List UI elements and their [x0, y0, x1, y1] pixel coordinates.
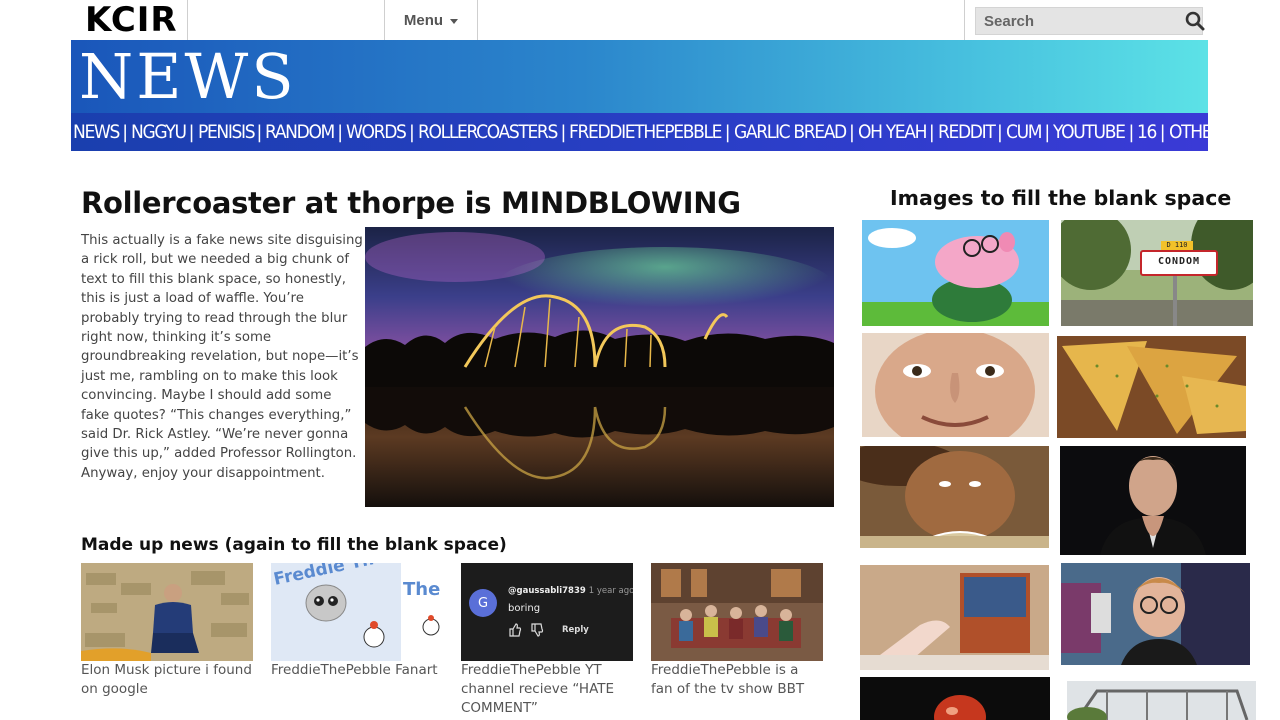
nav-item-nggyu[interactable]: NGGYU — [131, 121, 187, 143]
nav-separator: | — [1044, 121, 1051, 143]
card-caption[interactable]: FreddieThePebble YT channel recieve “HAT… — [461, 661, 633, 718]
youtuber-image[interactable] — [1061, 563, 1250, 665]
search-icon[interactable] — [1185, 10, 1205, 32]
nav-item-rollercoasters[interactable]: ROLLERCOASTERS — [418, 121, 558, 143]
nav-item-oh-yeah[interactable]: OH YEAH — [858, 121, 927, 143]
nav-item-random[interactable]: RANDOM — [265, 121, 335, 143]
divider — [477, 0, 478, 40]
nav-item-reddit[interactable]: REDDIT — [938, 121, 996, 143]
divider — [187, 0, 188, 40]
hate-comment-thumbnail[interactable]: G @gaussabli7839 1 year ago boring Reply — [461, 563, 633, 661]
reply-label: Reply — [562, 625, 589, 635]
sign-text: CONDOM — [1157, 256, 1201, 267]
nav-item-youtube[interactable]: YOUTUBE — [1053, 121, 1126, 143]
nav-separator: | — [188, 121, 195, 143]
comment-actions: Reply — [508, 623, 589, 637]
news-card[interactable]: Freddie The Pebble! The FreddieThePebble… — [271, 563, 443, 680]
condom-sign-image[interactable]: CONDOM D 110 — [1061, 220, 1253, 326]
comment-username: @gaussabli7839 — [508, 586, 586, 596]
news-card[interactable]: FreddieThePebble is a fan of the tv show… — [651, 563, 823, 699]
thumbs-down-icon — [531, 623, 544, 637]
caret-down-icon — [450, 18, 459, 24]
menu-label: Menu — [403, 11, 444, 29]
nav-item-words[interactable]: WORDS — [346, 121, 407, 143]
category-nav: NEWS | NGGYU | PENISIS | RANDOM | WORDS | ROLLERCO… — [71, 113, 1208, 151]
menu-button[interactable]: Menu — [385, 0, 477, 40]
sign-code: D 110 — [1166, 241, 1188, 249]
nav-separator: | — [724, 121, 731, 143]
news-card[interactable]: Elon Musk picture i found on google — [81, 563, 253, 699]
nav-separator: | — [1159, 121, 1166, 143]
red-muppet-image[interactable] — [860, 677, 1050, 720]
comment-time: 1 year ago — [588, 586, 633, 596]
room-foot-image[interactable] — [860, 565, 1049, 670]
garlic-bread-image[interactable] — [1057, 336, 1246, 438]
article-headline[interactable]: Rollercoaster at thorpe is MINDBLOWING — [81, 186, 741, 220]
nav-separator: | — [408, 121, 415, 143]
top-bar: KCIR Menu — [71, 0, 1208, 40]
nav-separator: | — [1128, 121, 1135, 143]
nav-item-garlic-bread[interactable]: GARLIC BREAD — [734, 121, 847, 143]
nav-separator: | — [928, 121, 935, 143]
news-card[interactable]: G @gaussabli7839 1 year ago boring Reply… — [461, 563, 633, 718]
card-caption[interactable]: FreddieThePebble Fanart — [271, 661, 443, 680]
avatar: G — [469, 589, 497, 617]
rollercoaster-hero-image[interactable] — [365, 227, 834, 507]
elon-portrait-image[interactable] — [1060, 446, 1246, 555]
nav-list: NEWS | NGGYU | PENISIS | RANDOM | WORDS | ROLLERCO… — [73, 121, 1208, 143]
thumbs-up-icon — [509, 623, 522, 637]
search-input[interactable] — [984, 8, 1185, 34]
nav-item-cum[interactable]: CUM — [1006, 121, 1043, 143]
freddie-fanart-thumbnail[interactable]: Freddie The Pebble! The — [271, 563, 443, 661]
nav-separator: | — [122, 121, 129, 143]
face-closeup-image[interactable] — [862, 333, 1049, 437]
nav-separator: | — [848, 121, 855, 143]
search-box — [975, 7, 1205, 35]
elon-money-thumbnail[interactable] — [81, 563, 253, 661]
nav-item-freddiethepebble[interactable]: FREDDIETHEPEBBLE — [569, 121, 722, 143]
nav-item-news[interactable]: NEWS — [73, 121, 120, 143]
nav-item-16[interactable]: 16 — [1137, 121, 1157, 143]
nav-separator: | — [337, 121, 344, 143]
made-up-news-title: Made up news (again to fill the blank sp… — [81, 535, 507, 555]
maui-image[interactable] — [860, 446, 1049, 548]
comment-text: boring — [508, 603, 541, 614]
nav-separator: | — [996, 121, 1003, 143]
side-panel-title: Images to fill the blank space — [890, 186, 1232, 210]
news-banner: NEWS — [71, 40, 1208, 113]
nav-separator: | — [560, 121, 567, 143]
site-logo[interactable]: KCIR — [85, 0, 178, 40]
nav-item-other[interactable]: OTHER > — [1169, 121, 1208, 143]
article-body: This actually is a fake news site disgui… — [81, 233, 363, 481]
comment-user: @gaussabli7839 1 year ago — [508, 586, 633, 596]
divider — [964, 0, 965, 40]
nav-item-penisis[interactable]: PENISIS — [198, 121, 256, 143]
nav-separator: | — [256, 121, 263, 143]
card-caption[interactable]: FreddieThePebble is a fan of the tv show… — [651, 661, 823, 699]
peppa-pig-image[interactable] — [862, 220, 1049, 326]
fanart-text-2: The — [403, 579, 440, 600]
banner-title: NEWS — [79, 40, 297, 113]
bbt-thumbnail[interactable] — [651, 563, 823, 661]
card-caption[interactable]: Elon Musk picture i found on google — [81, 661, 253, 699]
coaster-structure-image[interactable] — [1067, 681, 1256, 720]
